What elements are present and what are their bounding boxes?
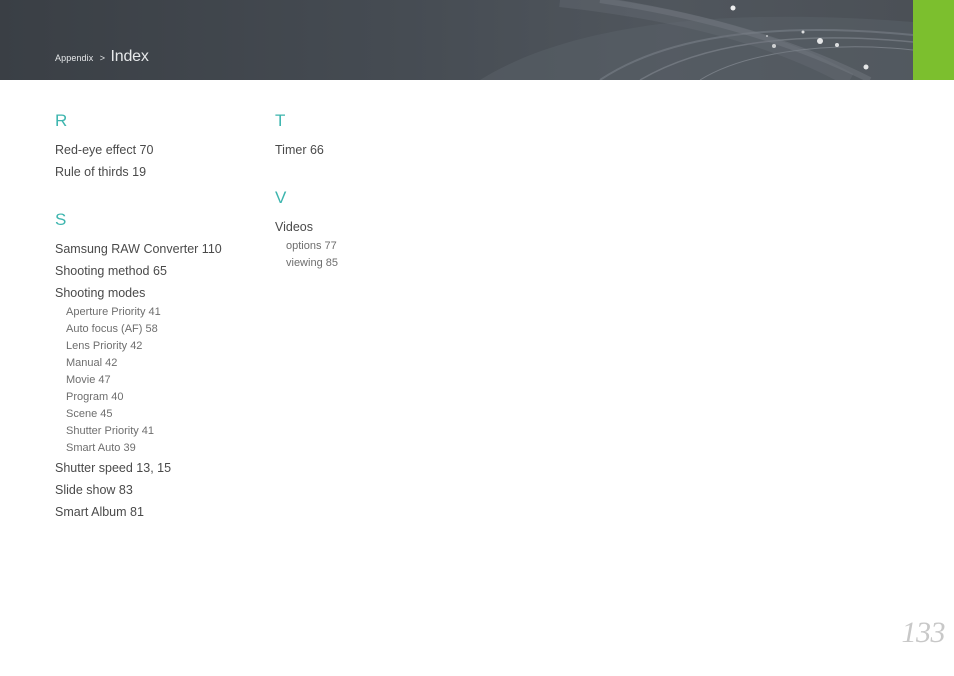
index-column-right: T Timer 66 V Videos options 77 viewing 85	[275, 110, 475, 272]
index-column-left: R Red-eye effect 70 Rule of thirds 19 S Sams…	[55, 110, 255, 523]
index-entry[interactable]: Rule of thirds 19	[55, 161, 255, 183]
heading-spacer	[55, 231, 255, 238]
breadcrumb-separator: >	[99, 53, 106, 63]
index-subentry[interactable]: Shutter Priority 41	[55, 423, 255, 440]
index-entry[interactable]: Shooting method 65	[55, 260, 255, 282]
index-entry[interactable]: Samsung RAW Converter 110	[55, 238, 255, 260]
index-entry[interactable]: Videos	[275, 216, 475, 238]
index-subentry[interactable]: Scene 45	[55, 406, 255, 423]
index-letter-heading: S	[55, 210, 67, 229]
index-subentry[interactable]: Program 40	[55, 389, 255, 406]
index-entry[interactable]: Slide show 83	[55, 479, 255, 501]
page-number: 133	[901, 616, 946, 649]
heading-spacer	[55, 132, 255, 139]
index-entry[interactable]: Shooting modes	[55, 282, 255, 304]
breadcrumb: Appendix > Index	[55, 48, 149, 66]
chapter-tab	[913, 0, 954, 80]
page-header: Appendix > Index	[0, 0, 954, 80]
index-subentry[interactable]: Auto focus (AF) 58	[55, 321, 255, 338]
header-swoosh-decoration	[480, 0, 914, 80]
index-subentry[interactable]: Lens Priority 42	[55, 338, 255, 355]
index-entry[interactable]: Smart Album 81	[55, 501, 255, 523]
index-letter-heading: V	[275, 188, 287, 207]
index-letter-heading: T	[275, 111, 286, 130]
index-entry[interactable]: Shutter speed 13, 15	[55, 457, 255, 479]
index-subentry[interactable]: Movie 47	[55, 372, 255, 389]
breadcrumb-parent: Appendix	[55, 53, 94, 63]
breadcrumb-current: Index	[110, 48, 149, 65]
index-letter-heading: R	[55, 111, 68, 130]
index-subentry[interactable]: Aperture Priority 41	[55, 304, 255, 321]
heading-spacer	[275, 132, 475, 139]
index-subentry[interactable]: viewing 85	[275, 255, 475, 272]
index-entry[interactable]: Red-eye effect 70	[55, 139, 255, 161]
index-subentry[interactable]: options 77	[275, 238, 475, 255]
index-entry[interactable]: Timer 66	[275, 139, 475, 161]
index-subentry[interactable]: Smart Auto 39	[55, 440, 255, 457]
index-subentry[interactable]: Manual 42	[55, 355, 255, 372]
heading-spacer	[275, 209, 475, 216]
